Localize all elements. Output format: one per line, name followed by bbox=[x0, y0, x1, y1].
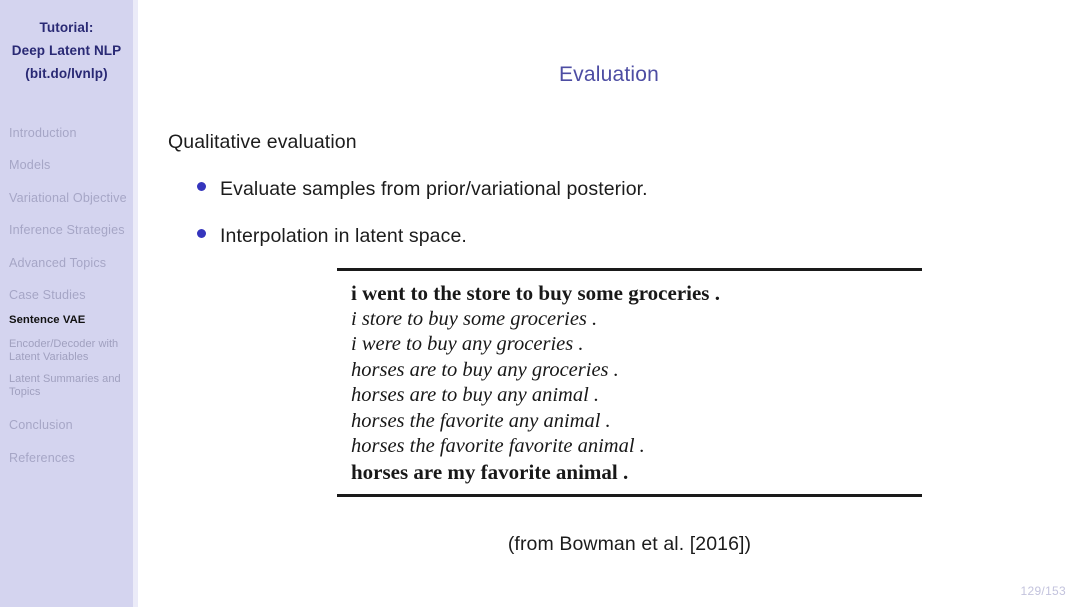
interpolation-line: horses are my favorite animal . bbox=[351, 459, 629, 484]
sidebar-section-list: Introduction Models Variational Objectiv… bbox=[9, 126, 133, 483]
sidebar-item-inference-strategies[interactable]: Inference Strategies bbox=[9, 223, 133, 238]
sidebar-divider bbox=[133, 0, 138, 607]
interpolation-line: i store to buy some groceries . bbox=[351, 307, 598, 330]
slide-title: Evaluation bbox=[558, 63, 660, 86]
sidebar-title-line-1: Tutorial: bbox=[39, 20, 94, 35]
interpolation-sentence-list: i went to the store to buy some grocerie… bbox=[337, 271, 922, 491]
bullet-item-label: Interpolation in latent space. bbox=[220, 225, 467, 247]
figure-caption: (from Bowman et al. [2016]) bbox=[507, 533, 752, 555]
interpolation-line: horses the favorite favorite animal . bbox=[351, 435, 645, 457]
bullet-list: Evaluate samples from prior/variational … bbox=[197, 178, 957, 272]
interpolation-line: i went to the store to buy some grocerie… bbox=[351, 281, 720, 305]
sidebar-tutorial-title: Tutorial: Deep Latent NLP (bit.do/lvnlp) bbox=[0, 16, 133, 85]
sidebar-item-case-studies[interactable]: Case Studies bbox=[9, 288, 133, 303]
sidebar-subitem-sentence-vae[interactable]: Sentence VAE bbox=[9, 314, 133, 327]
bullet-item: Interpolation in latent space. bbox=[197, 225, 957, 248]
section-lead-text: Qualitative evaluation bbox=[168, 131, 357, 153]
interpolation-line: horses the favorite any animal . bbox=[351, 409, 611, 432]
sidebar-item-introduction[interactable]: Introduction bbox=[9, 126, 133, 141]
bullet-dot-icon bbox=[197, 182, 206, 191]
sidebar-subitem-encoder-decoder-with-latent-variables[interactable]: Encoder/Decoder with Latent Variables bbox=[9, 338, 133, 364]
interpolation-line: i were to buy any groceries . bbox=[351, 333, 584, 355]
sidebar-item-advanced-topics[interactable]: Advanced Topics bbox=[9, 256, 133, 271]
interpolation-line: horses are to buy any groceries . bbox=[351, 358, 619, 381]
sidebar-subitem-latent-summaries-and-topics[interactable]: Latent Summaries and Topics bbox=[9, 373, 133, 399]
figure-bottom-rule bbox=[337, 494, 922, 497]
bullet-item-label: Evaluate samples from prior/variational … bbox=[220, 178, 648, 200]
presentation-slide: Tutorial: Deep Latent NLP (bit.do/lvnlp)… bbox=[0, 0, 1080, 607]
bullet-dot-icon bbox=[197, 229, 206, 238]
page-number: 129/153 bbox=[1020, 584, 1066, 598]
interpolation-figure: i went to the store to buy some grocerie… bbox=[337, 268, 922, 497]
sidebar-item-references[interactable]: References bbox=[9, 451, 133, 466]
sidebar-title-line-3: (bit.do/lvnlp) bbox=[25, 66, 108, 81]
sidebar-title-line-2: Deep Latent NLP bbox=[11, 43, 122, 58]
bullet-item: Evaluate samples from prior/variational … bbox=[197, 178, 957, 201]
sidebar-item-variational-objective[interactable]: Variational Objective bbox=[9, 191, 133, 206]
sidebar-item-conclusion[interactable]: Conclusion bbox=[9, 418, 133, 433]
interpolation-line: horses are to buy any animal . bbox=[351, 384, 600, 406]
sidebar-navigation-panel: Tutorial: Deep Latent NLP (bit.do/lvnlp)… bbox=[0, 0, 133, 607]
sidebar-item-models[interactable]: Models bbox=[9, 158, 133, 173]
